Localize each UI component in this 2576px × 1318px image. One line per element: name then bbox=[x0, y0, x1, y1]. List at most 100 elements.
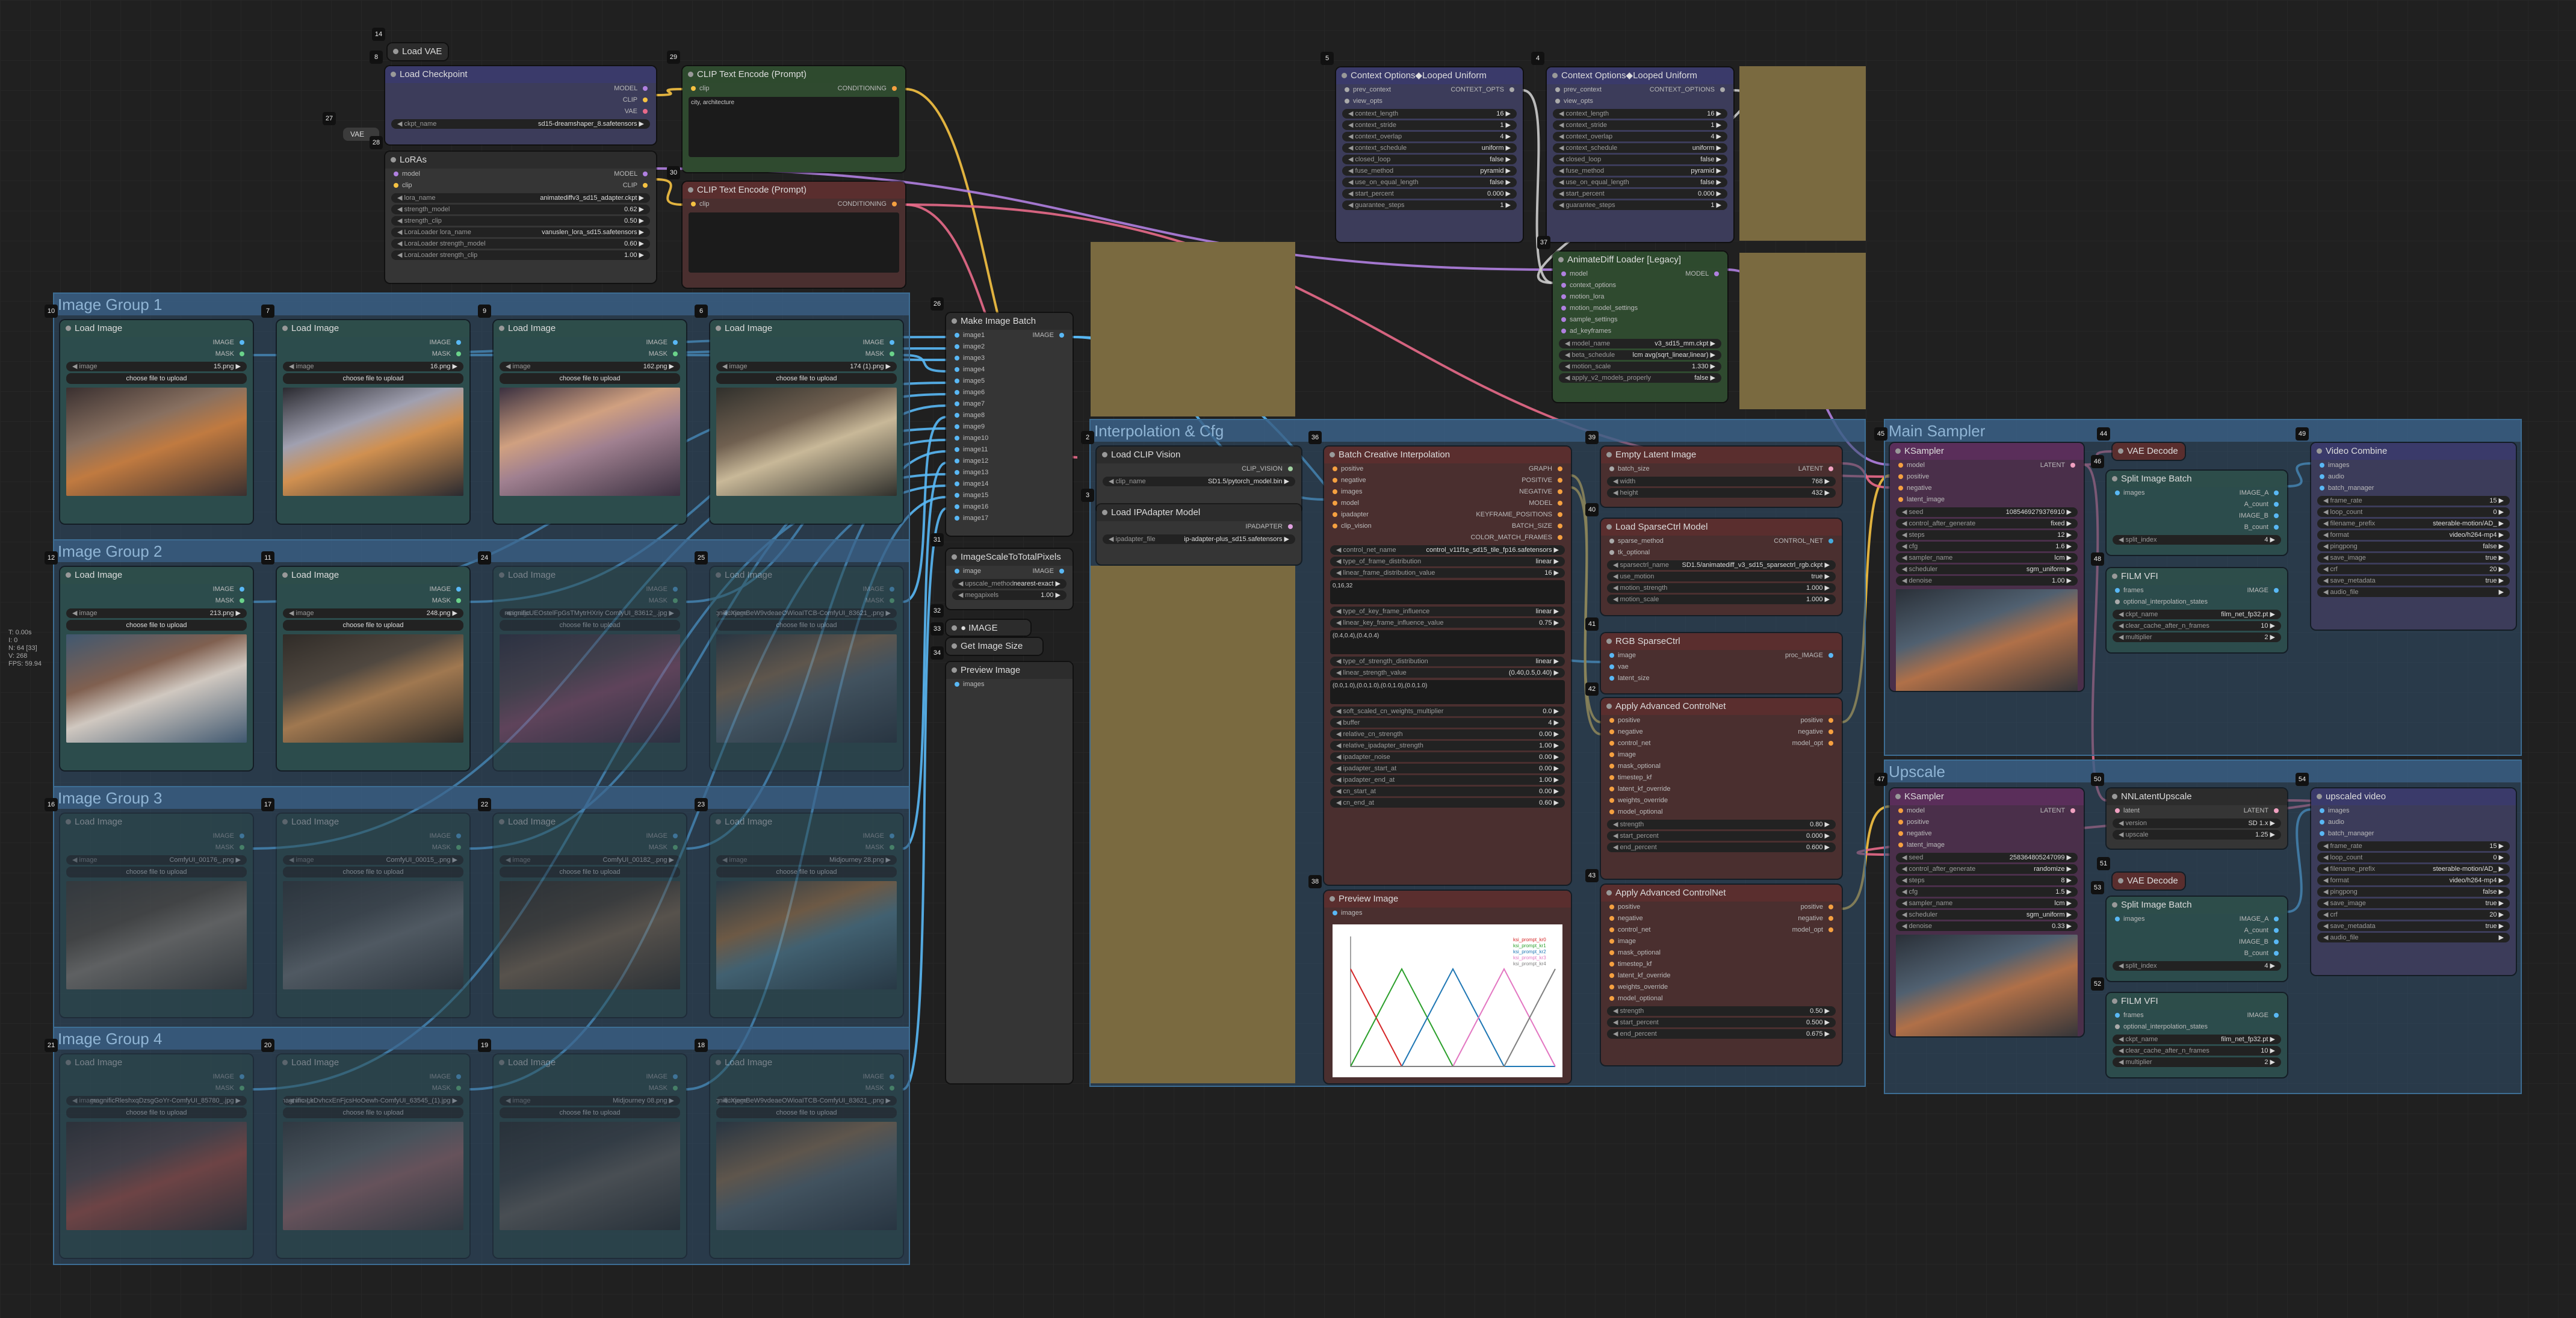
node-title[interactable]: Apply Advanced ControlNet bbox=[1601, 698, 1842, 715]
output-slot-icon[interactable] bbox=[673, 587, 678, 592]
output-slot-icon[interactable] bbox=[1828, 729, 1833, 735]
input-slot-icon[interactable] bbox=[2115, 808, 2120, 814]
node-title[interactable]: CLIP Text Encode (Prompt) bbox=[683, 66, 905, 83]
upload-button[interactable]: choose file to upload bbox=[500, 373, 680, 384]
widget[interactable]: ◀ height 432 ▶ bbox=[1607, 488, 1836, 498]
widget[interactable]: ◀ motion_strength 1.000 ▶ bbox=[1607, 583, 1836, 593]
widget[interactable]: ◀ crf 20 ▶ bbox=[2317, 565, 2510, 574]
input-slot-icon[interactable] bbox=[394, 172, 398, 177]
widget[interactable]: ◀ end_percent 0.675 ▶ bbox=[1607, 1029, 1836, 1039]
input-slot-icon[interactable] bbox=[955, 379, 959, 384]
widget[interactable]: ◀ use_on_equal_length false ▶ bbox=[1553, 178, 1727, 187]
input-slot-icon[interactable] bbox=[1609, 809, 1614, 815]
widget[interactable]: ◀ cn_end_at 0.60 ▶ bbox=[1330, 798, 1565, 808]
input-slot-icon[interactable] bbox=[1609, 764, 1614, 769]
output-slot-icon[interactable] bbox=[1059, 569, 1064, 574]
input-slot-icon[interactable] bbox=[2115, 490, 2120, 496]
widget[interactable]: ◀ loop_count 0 ▶ bbox=[2317, 853, 2510, 862]
input-slot-icon[interactable] bbox=[1561, 306, 1566, 311]
node-title[interactable]: LoRAs bbox=[385, 152, 656, 169]
image-scale-node[interactable]: ImageScaleToTotalPixels image IMAGE ◀ upsc… bbox=[946, 549, 1073, 609]
widget[interactable]: ◀ denoise 1.00 ▶ bbox=[1896, 576, 2078, 586]
load-image-node[interactable]: Load Image IMAGE MASK ◀ image ComfyUI_0018… bbox=[494, 814, 686, 1017]
node-title[interactable]: Load CLIP Vision bbox=[1097, 447, 1301, 463]
input-slot-icon[interactable] bbox=[1609, 664, 1614, 670]
input-slot-icon[interactable] bbox=[2320, 831, 2324, 837]
output-slot-icon[interactable] bbox=[1558, 501, 1562, 506]
widget[interactable]: ◀ motion_scale 1.330 ▶ bbox=[1559, 362, 1721, 371]
node-title[interactable]: Preview Image bbox=[946, 662, 1073, 679]
node-title[interactable]: Load Image bbox=[494, 567, 686, 584]
widget[interactable]: ◀ image 174 (1).png ▶ bbox=[716, 362, 897, 371]
input-slot-icon[interactable] bbox=[955, 401, 959, 407]
widget[interactable]: ◀ soft_scaled_cn_weights_multiplier 0.0 ▶ bbox=[1330, 707, 1565, 716]
node-title[interactable]: RGB SparseCtrl bbox=[1601, 633, 1842, 650]
output-slot-icon[interactable] bbox=[456, 587, 461, 592]
node-title[interactable]: Load Image bbox=[710, 567, 903, 584]
widget[interactable]: ◀ context_schedule uniform ▶ bbox=[1342, 143, 1517, 153]
input-slot-icon[interactable] bbox=[2320, 820, 2324, 825]
widget[interactable]: ◀ fuse_method pyramid ▶ bbox=[1553, 166, 1727, 176]
output-slot-icon[interactable] bbox=[643, 109, 648, 114]
context-options-node[interactable]: Context Options◆Looped Uniform prev_conte… bbox=[1336, 67, 1523, 242]
widget[interactable]: ◀ start_percent 0.000 ▶ bbox=[1553, 189, 1727, 199]
upload-button[interactable]: choose file to upload bbox=[716, 620, 897, 631]
widget[interactable]: ◀ split_index 4 ▶ bbox=[2113, 961, 2281, 971]
vae-decode-node[interactable]: VAE Decode bbox=[2113, 443, 2185, 460]
output-slot-icon[interactable] bbox=[892, 86, 897, 91]
widget[interactable]: ◀ image magnificXjemBeW9vdeaeOWioaITCB-Co… bbox=[716, 1096, 897, 1106]
input-slot-icon[interactable] bbox=[1609, 741, 1614, 746]
make-image-batch-node[interactable]: Make Image Batch image1 IMAGE image2 image3… bbox=[946, 313, 1073, 536]
output-slot-icon[interactable] bbox=[240, 587, 244, 592]
loras-node[interactable]: LoRAs model MODEL clip CLIP ◀ lora_name anim… bbox=[385, 152, 656, 283]
output-slot-icon[interactable] bbox=[240, 834, 244, 839]
input-slot-icon[interactable] bbox=[1333, 466, 1337, 472]
node-title[interactable]: KSampler bbox=[1890, 788, 2084, 805]
node-title[interactable]: Load Image bbox=[60, 1054, 253, 1071]
prompt-textarea[interactable]: 0,16,32 bbox=[1330, 580, 1565, 604]
node-title[interactable]: FILM VFI bbox=[2107, 993, 2287, 1010]
node-title[interactable]: Load Image bbox=[494, 814, 686, 831]
widget[interactable]: ◀ frame_rate 15 ▶ bbox=[2317, 841, 2510, 851]
load-image-node[interactable]: Load Image IMAGE MASK ◀ image ComfyUI_0017… bbox=[60, 814, 253, 1017]
input-slot-icon[interactable] bbox=[1898, 820, 1903, 825]
node-title[interactable]: Batch Creative Interpolation bbox=[1324, 447, 1571, 463]
output-slot-icon[interactable] bbox=[673, 1086, 678, 1091]
prompt-textarea[interactable] bbox=[689, 212, 899, 273]
widget[interactable]: ◀ save_image true ▶ bbox=[2317, 899, 2510, 908]
input-slot-icon[interactable] bbox=[955, 569, 959, 574]
widget[interactable]: ◀ LoraLoader strength_model 0.60 ▶ bbox=[391, 239, 650, 249]
ksampler-node[interactable]: KSampler model LATENT positive negative late… bbox=[1890, 443, 2084, 691]
node-title[interactable]: Preview Image bbox=[1324, 891, 1571, 908]
group-title[interactable]: Main Sampler bbox=[1885, 420, 2521, 442]
load-image-node[interactable]: Load Image IMAGE MASK ◀ image Midjourney 0… bbox=[494, 1054, 686, 1258]
output-slot-icon[interactable] bbox=[2274, 588, 2279, 593]
output-slot-icon[interactable] bbox=[2274, 928, 2279, 933]
widget[interactable]: ◀ strength 0.80 ▶ bbox=[1607, 820, 1836, 829]
output-slot-icon[interactable] bbox=[2274, 1013, 2279, 1018]
input-slot-icon[interactable] bbox=[1333, 512, 1337, 518]
output-slot-icon[interactable] bbox=[1828, 905, 1833, 910]
input-slot-icon[interactable] bbox=[1609, 798, 1614, 803]
input-slot-icon[interactable] bbox=[1898, 808, 1903, 814]
widget[interactable]: ◀ buffer 4 ▶ bbox=[1330, 718, 1565, 728]
output-slot-icon[interactable] bbox=[1558, 466, 1562, 472]
output-slot-icon[interactable] bbox=[1558, 478, 1562, 483]
node-title[interactable]: ● IMAGE bbox=[946, 620, 1030, 636]
output-slot-icon[interactable] bbox=[456, 1074, 461, 1080]
output-slot-icon[interactable] bbox=[2274, 490, 2279, 496]
output-slot-icon[interactable] bbox=[1288, 466, 1293, 472]
split-image-batch-node[interactable]: Split Image Batch images IMAGE_A A_count I… bbox=[2107, 897, 2287, 981]
widget[interactable]: ◀ image magnificRleshxqDzsgGoYr-ComfyUI_8… bbox=[66, 1096, 247, 1106]
output-slot-icon[interactable] bbox=[240, 1086, 244, 1091]
output-slot-icon[interactable] bbox=[2274, 502, 2279, 507]
input-slot-icon[interactable] bbox=[2320, 808, 2324, 814]
output-slot-icon[interactable] bbox=[673, 351, 678, 357]
widget[interactable]: ◀ start_percent 0.500 ▶ bbox=[1607, 1018, 1836, 1027]
output-slot-icon[interactable] bbox=[456, 340, 461, 345]
widget[interactable]: ◀ clear_cache_after_n_frames 10 ▶ bbox=[2113, 621, 2281, 631]
output-slot-icon[interactable] bbox=[1558, 489, 1562, 495]
output-slot-icon[interactable] bbox=[1509, 87, 1514, 93]
input-slot-icon[interactable] bbox=[2320, 463, 2324, 468]
widget[interactable]: ◀ relative_cn_strength 0.00 ▶ bbox=[1330, 729, 1565, 739]
